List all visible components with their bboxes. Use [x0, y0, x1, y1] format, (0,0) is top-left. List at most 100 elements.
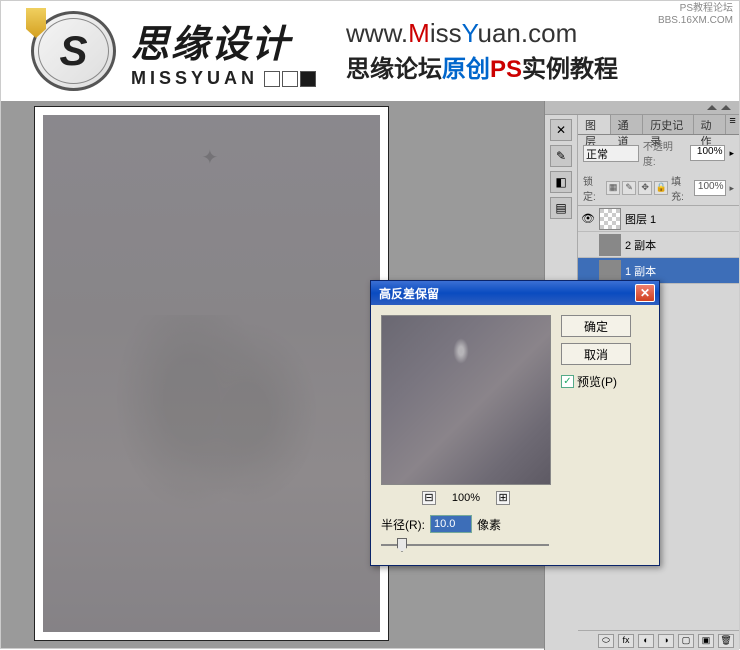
tagline-d: 实例教程 — [522, 56, 618, 83]
layer-name[interactable]: 图层 1 — [625, 211, 656, 227]
lock-paint-icon[interactable]: ✎ — [622, 181, 636, 195]
logo-oval: S — [31, 11, 116, 91]
filter-preview[interactable] — [381, 315, 551, 485]
lock-all-icon[interactable]: 🔒 — [654, 181, 668, 195]
fill-label: 填充: — [671, 173, 691, 203]
tool-palette-icon[interactable]: ◧ — [550, 171, 572, 193]
layers-footer: ⬭ fx ◐ ◑ ▢ ▣ 🗑 — [578, 630, 739, 650]
fill-value[interactable]: 100% — [694, 180, 726, 196]
ribbon-icon — [26, 8, 46, 38]
visibility-eye-icon[interactable]: 👁 — [581, 212, 595, 226]
tab-channels[interactable]: 通道 — [611, 115, 644, 134]
dialog-body: ⊟ 100% ⊞ 半径(R): 像素 确定 取消 ✓ — [371, 305, 659, 565]
opacity-value[interactable]: 100% — [690, 145, 726, 161]
tab-history[interactable]: 历史记录 — [643, 115, 693, 134]
trash-icon[interactable]: 🗑 — [718, 634, 734, 648]
zoom-out-button[interactable]: ⊟ — [422, 491, 436, 505]
zoom-row: ⊟ 100% ⊞ — [381, 491, 551, 505]
tagline: 思缘论坛原创PS实例教程 — [346, 49, 618, 84]
url-suffix: uan.com — [478, 18, 578, 48]
dialog-right: 确定 取消 ✓ 预览(P) — [561, 315, 631, 555]
url-y: Y — [462, 18, 478, 48]
layer-row[interactable]: 👁 图层 1 — [578, 206, 739, 232]
slider-thumb-icon[interactable] — [397, 538, 407, 552]
square-icon — [264, 71, 280, 87]
dropdown-caret-icon[interactable]: ▸ — [729, 148, 734, 159]
lock-transparent-icon[interactable]: ▦ — [606, 181, 620, 195]
layer-row[interactable]: 2 副本 — [578, 232, 739, 258]
layer-thumb[interactable] — [599, 234, 621, 256]
opacity-label: 不透明度: — [643, 138, 686, 168]
mask-icon[interactable]: ◐ — [638, 634, 654, 648]
radius-unit: 像素 — [477, 516, 501, 533]
ok-button[interactable]: 确定 — [561, 315, 631, 337]
watermark: PS教程论坛 BBS.16XM.COM — [658, 3, 733, 27]
watermark-line2: BBS.16XM.COM — [658, 15, 733, 27]
collapse-triangle-icon — [707, 105, 717, 110]
radius-row: 半径(R): 像素 — [381, 515, 551, 533]
canvas-image[interactable] — [43, 115, 380, 632]
dialog-titlebar[interactable]: 高反差保留 ✕ — [371, 281, 659, 305]
tab-layers[interactable]: 图层 — [578, 115, 611, 134]
tab-actions[interactable]: 动作 — [694, 115, 727, 134]
dialog-left: ⊟ 100% ⊞ 半径(R): 像素 — [381, 315, 551, 555]
layer-thumb[interactable] — [599, 260, 621, 282]
fx-icon[interactable]: fx — [618, 634, 634, 648]
radius-slider[interactable] — [381, 535, 549, 555]
preview-checkbox-label: 预览(P) — [577, 373, 617, 390]
zoom-value: 100% — [452, 492, 480, 504]
square-icon — [282, 71, 298, 87]
logo-text: 思缘设计 MISSYUAN — [131, 13, 316, 89]
tool-wrench-icon[interactable]: ✕ — [550, 119, 572, 141]
new-layer-icon[interactable]: ▣ — [698, 634, 714, 648]
tagline-a: 思缘论坛 — [346, 56, 442, 83]
header: S 思缘设计 MISSYUAN www.MissYuan.com 思缘论坛原创P… — [1, 1, 739, 101]
workspace: ✕ ✎ ◧ ▤ 图层 通道 历史记录 动作 ≡ 正常 不透明度: 100% ▸ … — [1, 101, 739, 648]
logo-cn: 思缘设计 — [131, 13, 316, 68]
lock-row: 锁定: ▦ ✎ ✥ 🔒 填充: 100% ▸ — [578, 171, 739, 206]
square-filled-icon — [300, 71, 316, 87]
logo-s-glyph: S — [59, 27, 87, 75]
lock-label: 锁定: — [583, 173, 603, 203]
lock-icons: ▦ ✎ ✥ 🔒 — [606, 181, 668, 195]
visibility-eye-icon[interactable] — [581, 238, 595, 252]
logo-squares — [264, 71, 316, 87]
close-button[interactable]: ✕ — [635, 284, 655, 302]
url-m: M — [408, 18, 430, 48]
layer-name[interactable]: 1 副本 — [625, 263, 656, 279]
logo-en-text: MISSYUAN — [131, 68, 258, 89]
link-layers-icon[interactable]: ⬭ — [598, 634, 614, 648]
url-iss: iss — [430, 18, 462, 48]
tool-brush-icon[interactable]: ✎ — [550, 145, 572, 167]
zoom-in-button[interactable]: ⊞ — [496, 491, 510, 505]
url-block: www.MissYuan.com 思缘论坛原创PS实例教程 — [346, 18, 618, 84]
high-pass-dialog: 高反差保留 ✕ ⊟ 100% ⊞ 半径(R): 像素 — [370, 280, 660, 566]
preview-checkbox-row: ✓ 预览(P) — [561, 373, 631, 390]
layer-name[interactable]: 2 副本 — [625, 237, 656, 253]
cancel-button[interactable]: 取消 — [561, 343, 631, 365]
watermark-line1: PS教程论坛 — [658, 3, 733, 15]
lock-move-icon[interactable]: ✥ — [638, 181, 652, 195]
chandelier-graphic — [172, 125, 252, 185]
canvas-frame — [34, 106, 389, 641]
folder-icon[interactable]: ▢ — [678, 634, 694, 648]
logo-en: MISSYUAN — [131, 68, 316, 89]
couple-graphic — [103, 315, 323, 595]
visibility-eye-icon[interactable] — [581, 264, 595, 278]
preview-checkbox[interactable]: ✓ — [561, 375, 574, 388]
tagline-b: 原创 — [442, 56, 490, 83]
radius-input[interactable] — [430, 515, 472, 533]
radius-label: 半径(R): — [381, 516, 425, 533]
layer-thumb[interactable] — [599, 208, 621, 230]
dropdown-caret-icon[interactable]: ▸ — [729, 183, 734, 194]
blend-mode-select[interactable]: 正常 — [583, 145, 639, 162]
collapse-triangle-icon — [721, 105, 731, 110]
adjustment-icon[interactable]: ◑ — [658, 634, 674, 648]
panel-collapse-bar[interactable] — [545, 101, 739, 115]
site-url: www.MissYuan.com — [346, 18, 618, 49]
panel-menu-icon[interactable]: ≡ — [726, 115, 739, 134]
panel-tabs: 图层 通道 历史记录 动作 ≡ — [578, 115, 739, 135]
layer-list: 👁 图层 1 2 副本 1 副本 — [578, 206, 739, 284]
dialog-title: 高反差保留 — [379, 285, 439, 302]
tool-layers-icon[interactable]: ▤ — [550, 197, 572, 219]
